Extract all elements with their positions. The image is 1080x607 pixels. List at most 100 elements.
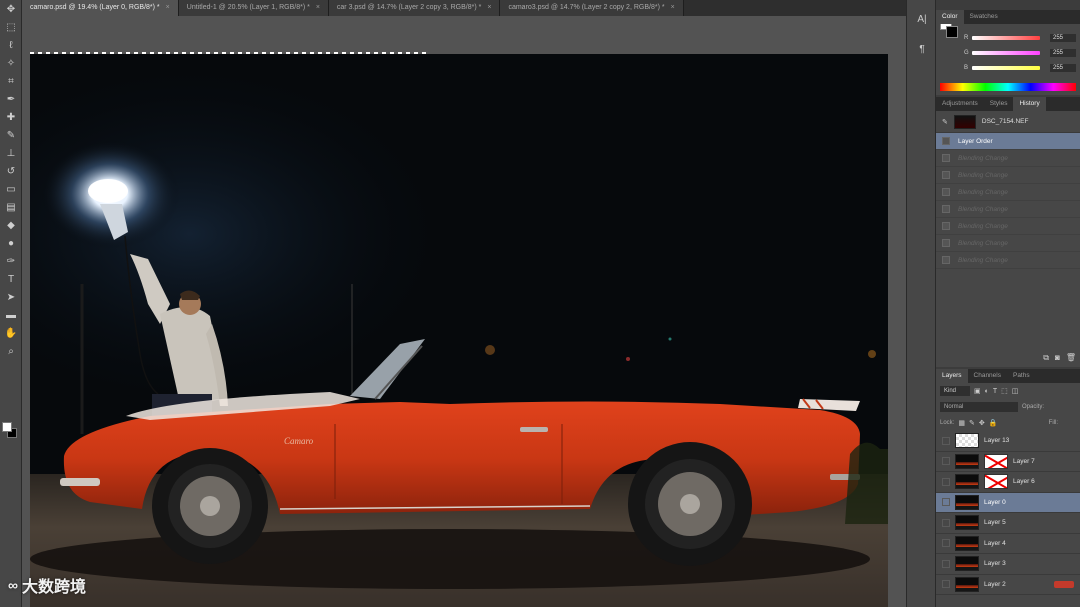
history-state-icon: [942, 256, 950, 264]
gradient-icon[interactable]: ▤: [0, 198, 22, 216]
history-state[interactable]: Layer Order: [936, 133, 1080, 150]
layer-row[interactable]: Layer 2: [936, 575, 1080, 595]
layer-row[interactable]: Layer 5: [936, 513, 1080, 534]
background-color-swatch[interactable]: [946, 26, 958, 38]
path-selection-icon[interactable]: ➤: [0, 288, 22, 306]
filter-type-icon[interactable]: T: [993, 388, 997, 395]
channel-value-input[interactable]: 255: [1050, 34, 1076, 42]
brush-icon[interactable]: ✎: [0, 126, 22, 144]
history-brush-icon[interactable]: ↺: [0, 162, 22, 180]
tab-paths[interactable]: Paths: [1007, 369, 1036, 383]
new-snapshot-icon[interactable]: ◙: [1055, 353, 1060, 363]
tab-channels[interactable]: Channels: [968, 369, 1007, 383]
channel-slider-track[interactable]: [972, 36, 1040, 40]
eyedropper-icon[interactable]: ✒: [0, 90, 22, 108]
history-snapshot[interactable]: ✎ DSC_7154.NEF: [936, 111, 1080, 133]
layer-effects-badge[interactable]: [1054, 580, 1074, 588]
history-state[interactable]: Blending Change: [936, 252, 1080, 269]
layer-row[interactable]: Layer 4: [936, 534, 1080, 554]
history-state[interactable]: Blending Change: [936, 235, 1080, 252]
filter-pixel-icon[interactable]: ▣: [974, 387, 981, 395]
clone-stamp-icon[interactable]: ⊥: [0, 144, 22, 162]
tab-swatches[interactable]: Swatches: [964, 10, 1004, 24]
document-tab[interactable]: camaro3.psd @ 14.7% (Layer 2 copy 2, RGB…: [500, 0, 684, 16]
tab-adjustments[interactable]: Adjustments: [936, 97, 984, 111]
document-tab-label: camaro3.psd @ 14.7% (Layer 2 copy 2, RGB…: [508, 4, 665, 11]
lasso-icon[interactable]: ℓ: [0, 36, 22, 54]
hand-icon[interactable]: ✋: [0, 324, 22, 342]
filter-shape-icon[interactable]: ⬚: [1001, 387, 1008, 395]
eraser-icon[interactable]: ▭: [0, 180, 22, 198]
lock-transparent-icon[interactable]: ▦: [958, 419, 965, 427]
filter-adjustment-icon[interactable]: ◐: [985, 388, 989, 395]
tab-color[interactable]: Color: [936, 10, 964, 24]
magic-wand-icon[interactable]: ✧: [0, 54, 22, 72]
history-state[interactable]: Blending Change: [936, 218, 1080, 235]
history-state[interactable]: Blending Change: [936, 167, 1080, 184]
layer-visibility-toggle[interactable]: [942, 498, 950, 507]
color-slider-r[interactable]: R 255: [964, 32, 1080, 44]
layer-row[interactable]: Layer 6: [936, 472, 1080, 493]
layer-thumbnail: [955, 433, 979, 449]
marquee-icon[interactable]: ⬚: [0, 18, 22, 36]
layer-row[interactable]: Layer 7: [936, 452, 1080, 472]
layer-visibility-toggle[interactable]: [942, 580, 950, 589]
crop-icon[interactable]: ⌗: [0, 72, 22, 90]
blur-icon[interactable]: ◆: [0, 216, 22, 234]
tab-history[interactable]: History: [1013, 97, 1046, 111]
lock-all-icon[interactable]: 🔒: [989, 419, 998, 427]
history-state-label: Layer Order: [958, 137, 993, 145]
layer-filter-kind-select[interactable]: Kind: [940, 386, 970, 396]
close-tab-icon[interactable]: ×: [316, 0, 320, 16]
color-slider-b[interactable]: B 255: [964, 62, 1080, 74]
layer-mask-thumbnail[interactable]: [984, 474, 1008, 490]
document-tab[interactable]: camaro.psd @ 19.4% (Layer 0, RGB/8*) * ×: [22, 0, 179, 16]
history-state[interactable]: Blending Change: [936, 150, 1080, 167]
healing-brush-icon[interactable]: ✚: [0, 108, 22, 126]
layer-visibility-toggle[interactable]: [942, 539, 950, 548]
history-state[interactable]: Blending Change: [936, 184, 1080, 201]
type-icon[interactable]: T: [0, 270, 22, 288]
layer-visibility-toggle[interactable]: [942, 457, 950, 466]
zoom-icon[interactable]: ⌕: [0, 342, 22, 360]
pen-icon[interactable]: ✑: [0, 252, 22, 270]
close-tab-icon[interactable]: ×: [671, 0, 675, 16]
close-tab-icon[interactable]: ×: [166, 0, 170, 16]
layer-visibility-toggle[interactable]: [942, 436, 950, 445]
move-icon[interactable]: ✥: [0, 0, 22, 18]
new-document-from-state-icon[interactable]: ⧉: [1043, 353, 1049, 363]
close-tab-icon[interactable]: ×: [487, 0, 491, 16]
color-slider-g[interactable]: G 255: [964, 47, 1080, 59]
color-spectrum-bar[interactable]: [940, 83, 1076, 91]
tab-layers[interactable]: Layers: [936, 369, 968, 383]
layer-visibility-toggle[interactable]: [942, 559, 950, 568]
layer-row[interactable]: Layer 3: [936, 554, 1080, 575]
layer-visibility-toggle[interactable]: [942, 518, 950, 527]
delete-state-icon[interactable]: 🗑: [1066, 353, 1076, 363]
layer-visibility-toggle[interactable]: [942, 477, 950, 486]
shape-icon[interactable]: ▬: [0, 306, 22, 324]
channel-value-input[interactable]: 255: [1050, 49, 1076, 57]
layer-mask-thumbnail[interactable]: [984, 453, 1008, 469]
filter-smart-object-icon[interactable]: ◫: [1012, 387, 1019, 395]
lock-image-icon[interactable]: ✎: [969, 419, 975, 427]
foreground-color-picker[interactable]: [2, 422, 12, 432]
document-tab[interactable]: car 3.psd @ 14.7% (Layer 2 copy 3, RGB/8…: [328, 0, 501, 16]
paragraph-panel-icon[interactable]: ¶: [907, 38, 937, 60]
channel-slider-track[interactable]: [972, 66, 1040, 70]
fill-label: Fill:: [1048, 420, 1058, 426]
blend-mode-select[interactable]: Normal: [940, 402, 1018, 412]
lock-position-icon[interactable]: ✥: [979, 419, 985, 427]
dodge-icon[interactable]: ●: [0, 234, 22, 252]
document-tab[interactable]: Untitled-1 @ 20.5% (Layer 1, RGB/8*) * ×: [178, 0, 329, 16]
history-state[interactable]: Blending Change: [936, 201, 1080, 218]
history-state-label: Blending Change: [958, 154, 1008, 162]
channel-slider-track[interactable]: [972, 51, 1040, 55]
document-canvas-image[interactable]: Camaro: [30, 54, 888, 607]
canvas-area[interactable]: Camaro: [22, 16, 906, 607]
tab-styles[interactable]: Styles: [984, 97, 1014, 111]
character-panel-icon[interactable]: A|: [907, 8, 937, 30]
layer-row[interactable]: Layer 13: [936, 431, 1080, 452]
layer-row[interactable]: Layer 0: [936, 492, 1080, 513]
channel-value-input[interactable]: 255: [1050, 64, 1076, 72]
